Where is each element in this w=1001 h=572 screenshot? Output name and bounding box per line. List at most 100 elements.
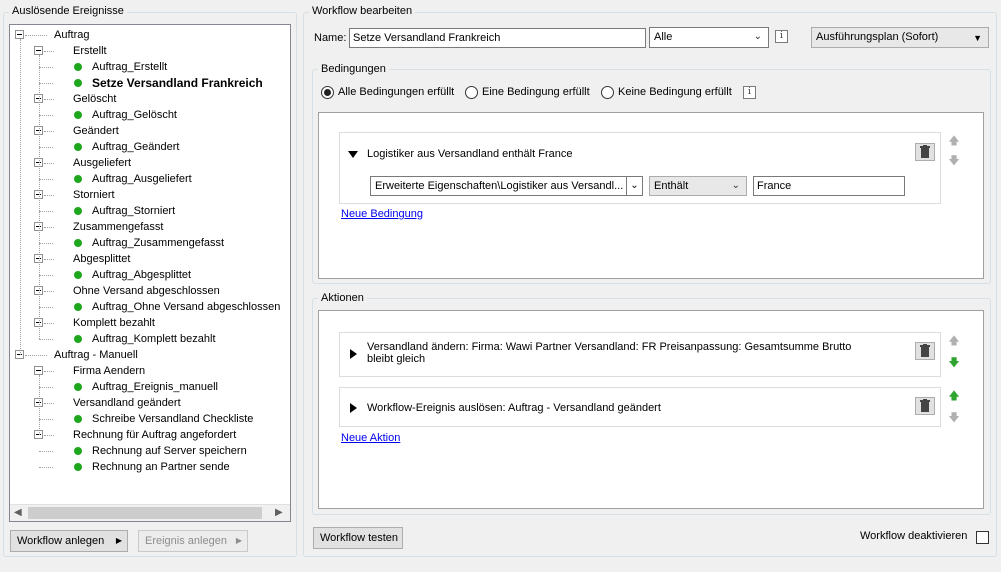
status-active-icon xyxy=(74,335,82,343)
new-action-link[interactable]: Neue Aktion xyxy=(341,432,400,445)
arrow-down-icon[interactable]: 🡇 xyxy=(948,357,960,369)
tree-guide-line xyxy=(39,55,40,339)
tree-connector xyxy=(44,195,54,196)
arrow-up-icon[interactable]: 🡅 xyxy=(948,135,960,147)
tree-connector xyxy=(39,83,53,84)
action-card-1[interactable] xyxy=(339,332,941,377)
status-active-icon xyxy=(74,111,82,119)
tree-connector xyxy=(44,435,54,436)
tree-workflow-node[interactable]: Setze Versandland Frankreich xyxy=(92,75,263,91)
tree-event-node[interactable]: Gelöscht xyxy=(73,91,116,107)
tree-connector xyxy=(44,371,54,372)
status-active-icon xyxy=(74,383,82,391)
scroll-right-icon[interactable]: ▶ xyxy=(275,507,283,518)
trash-icon[interactable] xyxy=(915,342,935,360)
tree-event-node[interactable]: Abgesplittet xyxy=(73,251,130,267)
radio-all-conditions[interactable] xyxy=(321,86,334,99)
tree-connector xyxy=(39,147,53,148)
triggering-events-title: Auslösende Ereignisse xyxy=(9,5,127,18)
expand-icon[interactable] xyxy=(350,349,357,359)
tree-event-node[interactable]: Komplett bezahlt xyxy=(73,315,155,331)
tree-connector xyxy=(39,451,53,452)
tree-root-node[interactable]: Auftrag xyxy=(54,27,89,43)
tree-guide-line xyxy=(39,375,40,435)
filter-select[interactable]: Alle ⌄ xyxy=(649,27,769,48)
tree-connector xyxy=(44,323,54,324)
status-active-icon xyxy=(74,271,82,279)
tree-event-node[interactable]: Zusammengefasst xyxy=(73,219,163,235)
new-condition-link[interactable]: Neue Bedingung xyxy=(341,208,423,221)
arrow-up-icon[interactable]: 🡅 xyxy=(948,390,960,402)
expand-icon[interactable] xyxy=(350,403,357,413)
conditions-title: Bedingungen xyxy=(318,63,389,76)
workflow-anlegen-button[interactable]: Workflow anlegen ▶ xyxy=(10,530,128,552)
status-active-icon xyxy=(74,175,82,183)
scroll-thumb[interactable] xyxy=(28,507,262,519)
chevron-down-icon: ▼ xyxy=(973,33,982,43)
scroll-left-icon[interactable]: ◀ xyxy=(14,507,22,518)
tree-workflow-node[interactable]: Auftrag_Ohne Versand abgeschlossen xyxy=(92,299,280,315)
trash-icon[interactable] xyxy=(915,143,935,161)
tree-workflow-node[interactable]: Auftrag_Storniert xyxy=(92,203,175,219)
info-icon[interactable]: i xyxy=(743,86,756,99)
tree-workflow-node[interactable]: Rechnung auf Server speichern xyxy=(92,443,247,459)
tree-connector xyxy=(39,67,53,68)
edit-workflow-title: Workflow bearbeiten xyxy=(309,5,416,18)
tree-workflow-node[interactable]: Auftrag_Ereignis_manuell xyxy=(92,379,218,395)
play-arrow-icon: ▶ xyxy=(235,536,242,545)
status-active-icon xyxy=(74,303,82,311)
tree-event-node[interactable]: Ohne Versand abgeschlossen xyxy=(73,283,220,299)
event-tree[interactable]: Auftrag Erstellt Auftrag_Erstellt Setze Ver… xyxy=(9,24,291,522)
tree-event-node[interactable]: Ausgeliefert xyxy=(73,155,131,171)
tree-workflow-node[interactable]: Schreibe Versandland Checkliste xyxy=(92,411,253,427)
arrow-down-icon[interactable]: 🡇 xyxy=(948,155,960,167)
tree-connector xyxy=(39,115,53,116)
tree-connector xyxy=(39,243,53,244)
tree-event-node[interactable]: Rechnung für Auftrag angefordert xyxy=(73,427,236,443)
tree-event-node[interactable]: Geändert xyxy=(73,123,119,139)
collapse-icon[interactable] xyxy=(34,46,43,55)
tree-connector xyxy=(39,387,53,388)
tree-connector xyxy=(44,227,54,228)
collapse-icon[interactable] xyxy=(34,366,43,375)
tree-workflow-node[interactable]: Auftrag_Abgesplittet xyxy=(92,267,191,283)
collapse-icon[interactable] xyxy=(15,30,24,39)
condition-value-input[interactable]: France xyxy=(753,176,905,196)
tree-event-node[interactable]: Storniert xyxy=(73,187,115,203)
tree-event-node[interactable]: Erstellt xyxy=(73,43,107,59)
radio-one-condition[interactable] xyxy=(465,86,478,99)
deactivate-workflow-checkbox[interactable] xyxy=(976,531,989,544)
chevron-down-icon: ⌄ xyxy=(731,180,740,191)
condition-property-value: Erweiterte Eigenschaften\Logistiker aus … xyxy=(375,180,624,192)
workflow-name-input[interactable]: Setze Versandland Frankreich xyxy=(349,28,646,48)
tree-event-node[interactable]: Firma Aendern xyxy=(73,363,145,379)
test-workflow-button[interactable]: Workflow testen xyxy=(313,527,403,549)
tree-workflow-node[interactable]: Auftrag_Gelöscht xyxy=(92,107,177,123)
tree-horizontal-scrollbar[interactable]: ◀ ▶ xyxy=(10,504,290,521)
collapse-icon[interactable] xyxy=(348,151,358,158)
tree-workflow-node[interactable]: Auftrag_Ausgeliefert xyxy=(92,171,192,187)
tree-connector xyxy=(25,355,47,356)
info-icon[interactable]: i xyxy=(775,30,788,43)
tree-connector xyxy=(44,163,54,164)
tree-connector xyxy=(39,419,53,420)
ereignis-anlegen-button[interactable]: Ereignis anlegen ▶ xyxy=(138,530,248,552)
tree-connector xyxy=(39,307,53,308)
trash-icon[interactable] xyxy=(915,397,935,415)
tree-workflow-node[interactable]: Auftrag_Geändert xyxy=(92,139,179,155)
tree-workflow-node[interactable]: Rechnung an Partner sende xyxy=(92,459,230,475)
arrow-up-icon[interactable]: 🡅 xyxy=(948,335,960,347)
chevron-down-icon: ⌄ xyxy=(626,177,642,195)
arrow-down-icon[interactable]: 🡇 xyxy=(948,412,960,424)
tree-connector xyxy=(44,291,54,292)
execution-plan-select[interactable]: Ausführungsplan (Sofort) ▼ xyxy=(811,27,989,48)
tree-workflow-node[interactable]: Auftrag_Erstellt xyxy=(92,59,167,75)
tree-event-node[interactable]: Versandland geändert xyxy=(73,395,181,411)
condition-property-select[interactable]: Erweiterte Eigenschaften\Logistiker aus … xyxy=(370,176,643,196)
tree-workflow-node[interactable]: Auftrag_Komplett bezahlt xyxy=(92,331,216,347)
tree-root-node[interactable]: Auftrag - Manuell xyxy=(54,347,138,363)
execution-plan-value: Ausführungsplan (Sofort) xyxy=(816,31,939,43)
tree-workflow-node[interactable]: Auftrag_Zusammengefasst xyxy=(92,235,224,251)
radio-no-condition[interactable] xyxy=(601,86,614,99)
condition-operator-select[interactable]: Enthält ⌄ xyxy=(649,176,747,196)
